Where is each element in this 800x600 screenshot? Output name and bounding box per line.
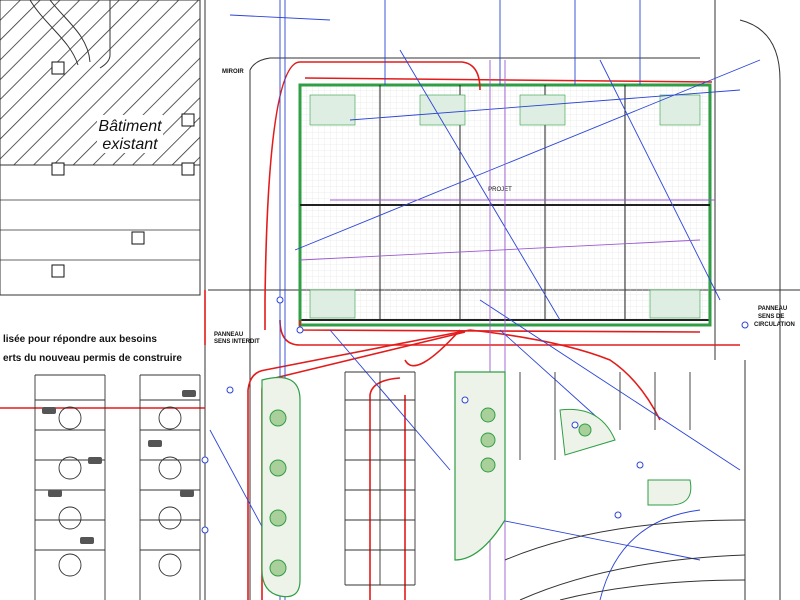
existing-building-label-line1: Bâtiment (98, 118, 162, 135)
left-note-2: erts du nouveau permis de construire (3, 353, 182, 364)
parked-cars (42, 390, 196, 544)
sign-right-line1: PANNEAU (758, 306, 787, 312)
left-note-1: lisée pour répondre aux besoins (3, 334, 157, 345)
existing-building: Bâtiment existant (0, 0, 201, 296)
planted-island-3 (559, 408, 692, 506)
sign-right-line2: SENS DE (758, 314, 784, 320)
sign-left-line1: PANNEAU (214, 332, 243, 338)
sign-right-line3: CIRCULATION (754, 322, 795, 328)
road-bottom-right (504, 519, 746, 600)
sign-left-line2: SENS INTERDIT (214, 339, 260, 345)
site-plan-canvas: Bâtiment existant PROJET lisée pour répo… (0, 0, 800, 600)
planted-island-1 (261, 376, 301, 598)
project-label: PROJET (488, 187, 512, 193)
existing-building-label-line2: existant (102, 136, 158, 153)
miroir-label: MIROIR (222, 69, 244, 75)
